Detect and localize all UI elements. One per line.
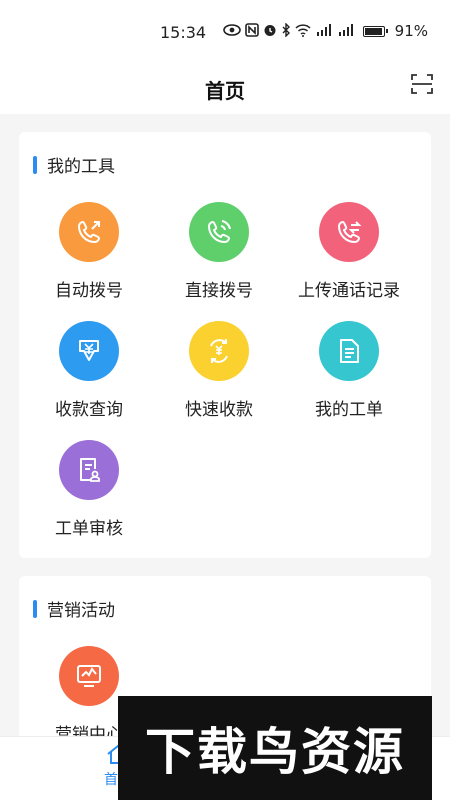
phone-call-icon <box>189 202 249 262</box>
chart-monitor-icon <box>59 646 119 706</box>
eye-icon <box>222 23 241 40</box>
tool-label: 快速收款 <box>185 400 253 420</box>
signal-icon <box>315 23 333 40</box>
alarm-icon <box>263 23 277 40</box>
tool-my-work-orders[interactable]: 我的工单 <box>284 321 414 420</box>
tool-quick-payment[interactable]: 快速收款 <box>154 321 284 420</box>
yuan-refresh-icon <box>189 321 249 381</box>
phone-outgoing-icon <box>59 202 119 262</box>
section-title: 营销活动 <box>33 596 115 621</box>
status-bar: 15:34 91% <box>0 0 450 64</box>
tool-label: 收款查询 <box>55 400 123 420</box>
battery-icon <box>362 25 388 37</box>
tool-upload-call-log[interactable]: 上传通话记录 <box>284 202 414 301</box>
tool-label: 工单审核 <box>55 519 123 539</box>
header: 首页 <box>0 64 450 114</box>
phone-transfer-icon <box>319 202 379 262</box>
status-icons: 91% <box>222 21 428 40</box>
tool-label: 上传通话记录 <box>298 281 400 301</box>
tool-label: 直接拨号 <box>185 281 253 301</box>
tool-auto-dial[interactable]: 自动拨号 <box>24 202 154 301</box>
bluetooth-icon <box>281 21 291 40</box>
watermark: 下载鸟资源 <box>118 696 432 800</box>
tool-label: 自动拨号 <box>55 281 123 301</box>
tool-direct-dial[interactable]: 直接拨号 <box>154 202 284 301</box>
tool-label: 我的工单 <box>315 400 383 420</box>
document-icon <box>319 321 379 381</box>
tools-card: 我的工具 自动拨号 直接拨号 上传通话记录 收款查询 快速收款 我的工单 工单审… <box>19 132 431 558</box>
signal-icon <box>337 23 355 40</box>
page-title: 首页 <box>205 78 245 103</box>
scan-icon[interactable] <box>410 72 434 96</box>
tool-payment-query[interactable]: 收款查询 <box>24 321 154 420</box>
tool-work-order-audit[interactable]: 工单审核 <box>24 440 154 539</box>
wifi-icon <box>295 23 311 40</box>
battery-level: 91% <box>394 22 428 40</box>
yuan-down-icon <box>59 321 119 381</box>
section-title: 我的工具 <box>33 152 115 177</box>
audit-document-icon <box>59 440 119 500</box>
status-time: 15:34 <box>160 23 207 42</box>
nfc-icon <box>244 22 259 40</box>
